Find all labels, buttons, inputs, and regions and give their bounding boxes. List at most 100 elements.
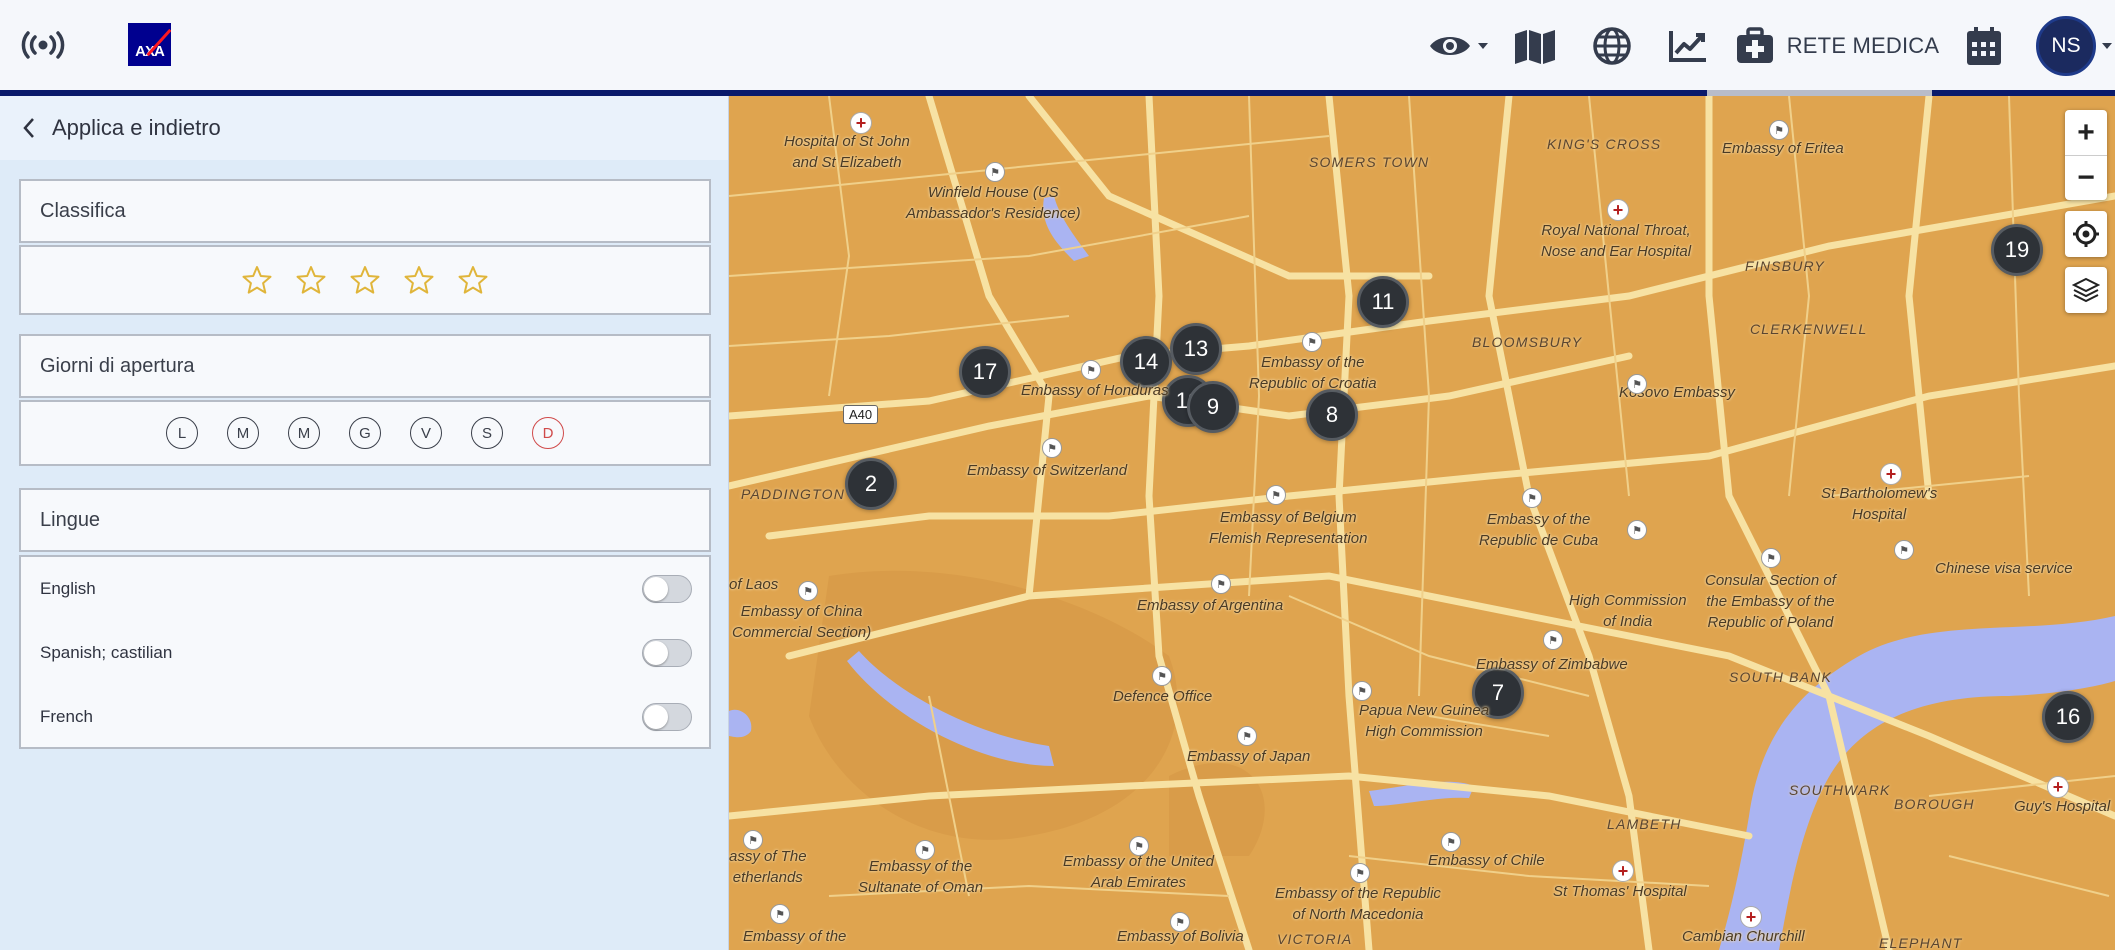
embassy-flag-icon[interactable]: ⚑ <box>915 840 935 860</box>
embassy-flag-icon[interactable]: ⚑ <box>1237 726 1257 746</box>
language-row: English <box>21 557 709 621</box>
chart-line-icon <box>1669 30 1706 62</box>
day-toggle-6[interactable]: S <box>471 417 503 449</box>
toggle-knob <box>644 577 668 601</box>
day-toggle-1[interactable]: L <box>166 417 198 449</box>
avatar: NS <box>2036 15 2096 76</box>
broadcast-icon[interactable] <box>18 22 68 68</box>
place-label: St Thomas' Hospital <box>1553 883 1687 900</box>
hospital-icon[interactable]: + <box>1607 199 1629 221</box>
axa-logo[interactable]: AXA <box>128 23 171 66</box>
place-label: Royal National Throat, Nose and Ear Hosp… <box>1541 222 1692 260</box>
language-name: English <box>40 579 96 598</box>
place-label: Embassy of the Republic de Cuba <box>1479 511 1599 549</box>
languages-title: Lingue <box>40 508 101 531</box>
map-view-button[interactable] <box>1496 0 1574 91</box>
star-icon <box>350 266 380 294</box>
place-label: Defence Office <box>1113 688 1213 705</box>
embassy-flag-icon[interactable]: ⚑ <box>1543 630 1563 650</box>
rating-star-3[interactable] <box>349 264 381 296</box>
rating-star-2[interactable] <box>295 264 327 296</box>
embassy-flag-icon[interactable]: ⚑ <box>1170 912 1190 932</box>
embassy-flag-icon[interactable]: ⚑ <box>1211 574 1231 594</box>
place-label: Embassy of the Republic of Croatia <box>1249 354 1377 392</box>
calendar-button[interactable] <box>1948 0 2020 91</box>
place-label: Embassy of Argentina <box>1137 597 1284 614</box>
zoom-in-button[interactable]: + <box>2065 110 2107 155</box>
embassy-flag-icon[interactable]: ⚑ <box>1627 520 1647 540</box>
star-icon <box>296 266 326 294</box>
rating-star-5[interactable] <box>457 264 489 296</box>
map-cluster-marker[interactable]: 9 <box>1187 381 1239 433</box>
rete-medica-button[interactable]: RETE MEDICA <box>1726 0 1948 91</box>
map-cluster-marker[interactable]: 13 <box>1170 323 1222 375</box>
map-cluster-marker[interactable]: 17 <box>959 346 1011 398</box>
user-menu[interactable]: NS <box>2020 0 2115 91</box>
language-toggle[interactable] <box>642 575 692 603</box>
embassy-flag-icon[interactable]: ⚑ <box>1350 863 1370 883</box>
embassy-flag-icon[interactable]: ⚑ <box>770 904 790 924</box>
place-label: Cambian Churchill <box>1682 928 1805 945</box>
rating-header: Classifica <box>19 179 711 243</box>
language-toggle[interactable] <box>642 703 692 731</box>
embassy-flag-icon[interactable]: ⚑ <box>1266 485 1286 505</box>
map-cluster-marker[interactable]: 8 <box>1306 389 1358 441</box>
language-toggle[interactable] <box>642 639 692 667</box>
layers-icon <box>2072 277 2100 303</box>
embassy-flag-icon[interactable]: ⚑ <box>1441 832 1461 852</box>
area-label: BLOOMSBURY <box>1472 334 1583 350</box>
opening-days-header: Giorni di apertura <box>19 334 711 398</box>
day-toggle-7[interactable]: D <box>532 417 564 449</box>
apply-back-button[interactable]: Applica e indietro <box>0 96 728 160</box>
place-label: St Bartholomew's Hospital <box>1821 485 1938 523</box>
embassy-flag-icon[interactable]: ⚑ <box>798 581 818 601</box>
day-toggle-5[interactable]: V <box>410 417 442 449</box>
place-label: High Commission of India <box>1569 592 1687 630</box>
embassy-flag-icon[interactable]: ⚑ <box>1627 374 1647 394</box>
languages-header: Lingue <box>19 488 711 552</box>
embassy-flag-icon[interactable]: ⚑ <box>1302 332 1322 352</box>
layers-button[interactable] <box>2065 267 2107 313</box>
embassy-flag-icon[interactable]: ⚑ <box>985 162 1005 182</box>
toggle-knob <box>644 705 668 729</box>
hospital-icon[interactable]: + <box>1880 463 1902 485</box>
map-cluster-marker[interactable]: 19 <box>1991 224 2043 276</box>
zoom-out-button[interactable]: − <box>2065 155 2107 200</box>
embassy-flag-icon[interactable]: ⚑ <box>1894 540 1914 560</box>
hospital-icon[interactable]: + <box>850 112 872 134</box>
embassy-flag-icon[interactable]: ⚑ <box>1769 120 1789 140</box>
hospital-icon[interactable]: + <box>2047 776 2069 798</box>
embassy-flag-icon[interactable]: ⚑ <box>1152 666 1172 686</box>
map-view[interactable]: 171413129811271916KING'S CROSSSOMERS TOW… <box>729 96 2115 950</box>
embassy-flag-icon[interactable]: ⚑ <box>743 830 763 850</box>
locate-button[interactable] <box>2065 211 2107 257</box>
embassy-flag-icon[interactable]: ⚑ <box>1522 488 1542 508</box>
apply-back-label: Applica e indietro <box>52 115 221 140</box>
rating-star-4[interactable] <box>403 264 435 296</box>
statistics-button[interactable] <box>1650 0 1726 91</box>
embassy-flag-icon[interactable]: ⚑ <box>1352 681 1372 701</box>
day-toggle-2[interactable]: M <box>227 417 259 449</box>
rating-star-1[interactable] <box>241 264 273 296</box>
embassy-flag-icon[interactable]: ⚑ <box>1129 836 1149 856</box>
map-cluster-marker[interactable]: 16 <box>2042 691 2094 743</box>
day-toggle-4[interactable]: G <box>349 417 381 449</box>
embassy-flag-icon[interactable]: ⚑ <box>1042 438 1062 458</box>
embassy-flag-icon[interactable]: ⚑ <box>1081 360 1101 380</box>
hospital-icon[interactable]: + <box>1612 860 1634 882</box>
globe-button[interactable] <box>1574 0 1650 91</box>
place-label: of Laos <box>729 576 779 593</box>
embassy-flag-icon[interactable]: ⚑ <box>1761 548 1781 568</box>
opening-days-title: Giorni di apertura <box>40 354 195 377</box>
place-label: Embassy of China Commercial Section) <box>732 603 872 641</box>
chevron-down-icon <box>1478 42 1488 49</box>
hospital-icon[interactable]: + <box>1740 906 1762 928</box>
area-label: BOROUGH <box>1894 796 1975 812</box>
map-cluster-marker[interactable]: 2 <box>845 458 897 510</box>
crosshair-icon <box>2073 221 2099 247</box>
place-label: Embassy of the Republic of North Macedon… <box>1275 885 1441 923</box>
area-label: SOMERS TOWN <box>1309 154 1430 170</box>
day-toggle-3[interactable]: M <box>288 417 320 449</box>
visibility-dropdown[interactable] <box>1420 0 1496 91</box>
map-cluster-marker[interactable]: 11 <box>1357 276 1409 328</box>
